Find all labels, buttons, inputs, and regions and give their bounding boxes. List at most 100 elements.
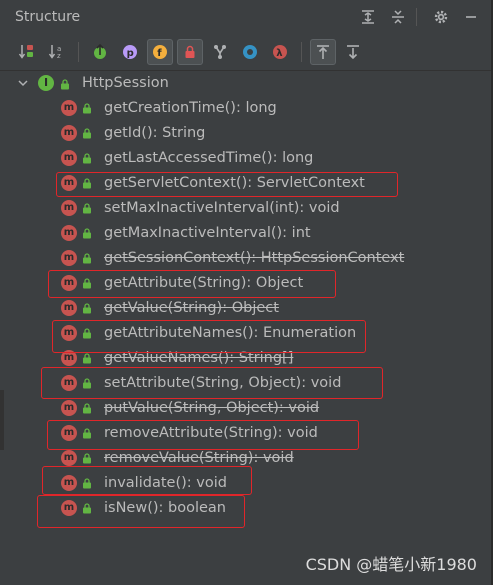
watermark: CSDN @蜡笔小新1980	[305, 555, 477, 574]
lock-icon	[82, 377, 92, 389]
lock-icon	[82, 427, 92, 439]
method-icon: m	[61, 274, 77, 291]
lock-icon	[82, 327, 92, 339]
method-label: getValueNames(): String[]	[104, 349, 294, 366]
method-label: isNew(): boolean	[104, 499, 226, 516]
gear-icon[interactable]	[429, 5, 453, 29]
method-icon: m	[61, 99, 77, 116]
method-icon: m	[61, 349, 77, 366]
method-label: setAttribute(String, Object): void	[104, 374, 342, 391]
svg-text:f: f	[157, 48, 162, 59]
lock-icon	[82, 227, 92, 239]
method-item[interactable]: m setAttribute(String, Object): void	[0, 370, 493, 395]
interface-icon: I	[38, 75, 54, 91]
lock-icon	[82, 477, 92, 489]
svg-text:z: z	[57, 52, 61, 60]
method-item[interactable]: m removeAttribute(String): void	[0, 420, 493, 445]
method-item[interactable]: m getAttribute(String): Object	[0, 270, 493, 295]
show-non-public-icon[interactable]	[177, 39, 203, 65]
panel-title: Structure	[15, 9, 81, 25]
method-item[interactable]: m getLastAccessedTime(): long	[0, 145, 493, 170]
show-lambdas-icon[interactable]: λ	[267, 39, 293, 65]
method-icon: m	[61, 474, 77, 491]
method-icon: m	[61, 149, 77, 166]
method-item[interactable]: m getSessionContext(): HttpSessionContext	[0, 245, 493, 270]
hide-icon[interactable]	[459, 5, 483, 29]
method-label: putValue(String, Object): void	[104, 399, 320, 416]
lock-icon	[82, 152, 92, 164]
method-item[interactable]: m invalidate(): void	[0, 470, 493, 495]
method-item[interactable]: m setMaxInactiveInterval(int): void	[0, 195, 493, 220]
method-item[interactable]: m getValueNames(): String[]	[0, 345, 493, 370]
toolbar-separator	[78, 42, 79, 62]
method-label: setMaxInactiveInterval(int): void	[104, 199, 340, 216]
structure-toolbar: a z p f λ	[0, 36, 493, 68]
method-item[interactable]: m getCreationTime(): long	[0, 95, 493, 120]
method-icon: m	[61, 449, 77, 466]
method-icon: m	[61, 299, 77, 316]
method-item[interactable]: m putValue(String, Object): void	[0, 395, 493, 420]
title-actions	[350, 0, 483, 34]
method-item[interactable]: m isNew(): boolean	[0, 495, 493, 520]
method-label: getMaxInactiveInterval(): int	[104, 224, 311, 241]
show-properties-icon[interactable]: p	[117, 39, 143, 65]
method-icon: m	[61, 499, 77, 516]
method-label: getAttribute(String): Object	[104, 274, 304, 291]
method-label: getId(): String	[104, 124, 206, 141]
lock-icon	[82, 402, 92, 414]
sort-by-visibility-icon[interactable]	[14, 39, 40, 65]
method-item[interactable]: m getValue(String): Object	[0, 295, 493, 320]
autoscroll-to-source-icon[interactable]	[310, 39, 336, 65]
method-icon: m	[61, 424, 77, 441]
expand-all-icon[interactable]	[356, 5, 380, 29]
lock-icon	[82, 502, 92, 514]
lock-icon	[60, 78, 70, 90]
collapse-all-icon[interactable]	[386, 5, 410, 29]
method-icon: m	[61, 324, 77, 341]
method-label: getSessionContext(): HttpSessionContext	[104, 249, 405, 266]
lock-icon	[82, 277, 92, 289]
tree-root-label: HttpSession	[82, 75, 169, 91]
gutter-marker	[0, 390, 4, 450]
chevron-down-icon[interactable]	[17, 77, 29, 89]
method-icon: m	[61, 174, 77, 191]
lock-icon	[82, 177, 92, 189]
method-list: m getCreationTime(): long m getId(): String…	[0, 95, 493, 520]
structure-tree: I HttpSession m getCreationTime(): long m g…	[0, 71, 493, 520]
lock-icon	[82, 352, 92, 364]
method-label: getAttributeNames(): Enumeration	[104, 324, 357, 341]
method-label: removeValue(String): void	[104, 449, 294, 466]
method-label: getServletContext(): ServletContext	[104, 174, 365, 191]
method-icon: m	[61, 399, 77, 416]
svg-text:λ: λ	[276, 48, 283, 59]
autoscroll-from-source-icon[interactable]	[340, 39, 366, 65]
title-separator	[416, 8, 417, 26]
show-anonymous-icon[interactable]	[237, 39, 263, 65]
method-icon: m	[61, 249, 77, 266]
show-includes-icon[interactable]	[207, 39, 233, 65]
method-item[interactable]: m getMaxInactiveInterval(): int	[0, 220, 493, 245]
method-item[interactable]: m getServletContext(): ServletContext	[0, 170, 493, 195]
title-bar: Structure	[0, 0, 493, 34]
show-fields-icon[interactable]: f	[147, 39, 173, 65]
method-icon: m	[61, 124, 77, 141]
method-label: getLastAccessedTime(): long	[104, 149, 314, 166]
show-inherited-icon[interactable]	[87, 39, 113, 65]
method-item[interactable]: m removeValue(String): void	[0, 445, 493, 470]
method-icon: m	[61, 224, 77, 241]
sort-alphabetically-icon[interactable]: a z	[44, 39, 70, 65]
lock-icon	[82, 302, 92, 314]
tree-root-httpsession[interactable]: I HttpSession	[0, 71, 493, 95]
lock-icon	[82, 252, 92, 264]
method-label: getValue(String): Object	[104, 299, 279, 316]
toolbar-separator-2	[301, 42, 302, 62]
method-icon: m	[61, 199, 77, 216]
method-label: removeAttribute(String): void	[104, 424, 318, 441]
svg-text:p: p	[127, 48, 134, 59]
lock-icon	[82, 102, 92, 114]
lock-icon	[82, 127, 92, 139]
method-item[interactable]: m getId(): String	[0, 120, 493, 145]
method-item[interactable]: m getAttributeNames(): Enumeration	[0, 320, 493, 345]
lock-icon	[82, 202, 92, 214]
method-label: getCreationTime(): long	[104, 99, 277, 116]
